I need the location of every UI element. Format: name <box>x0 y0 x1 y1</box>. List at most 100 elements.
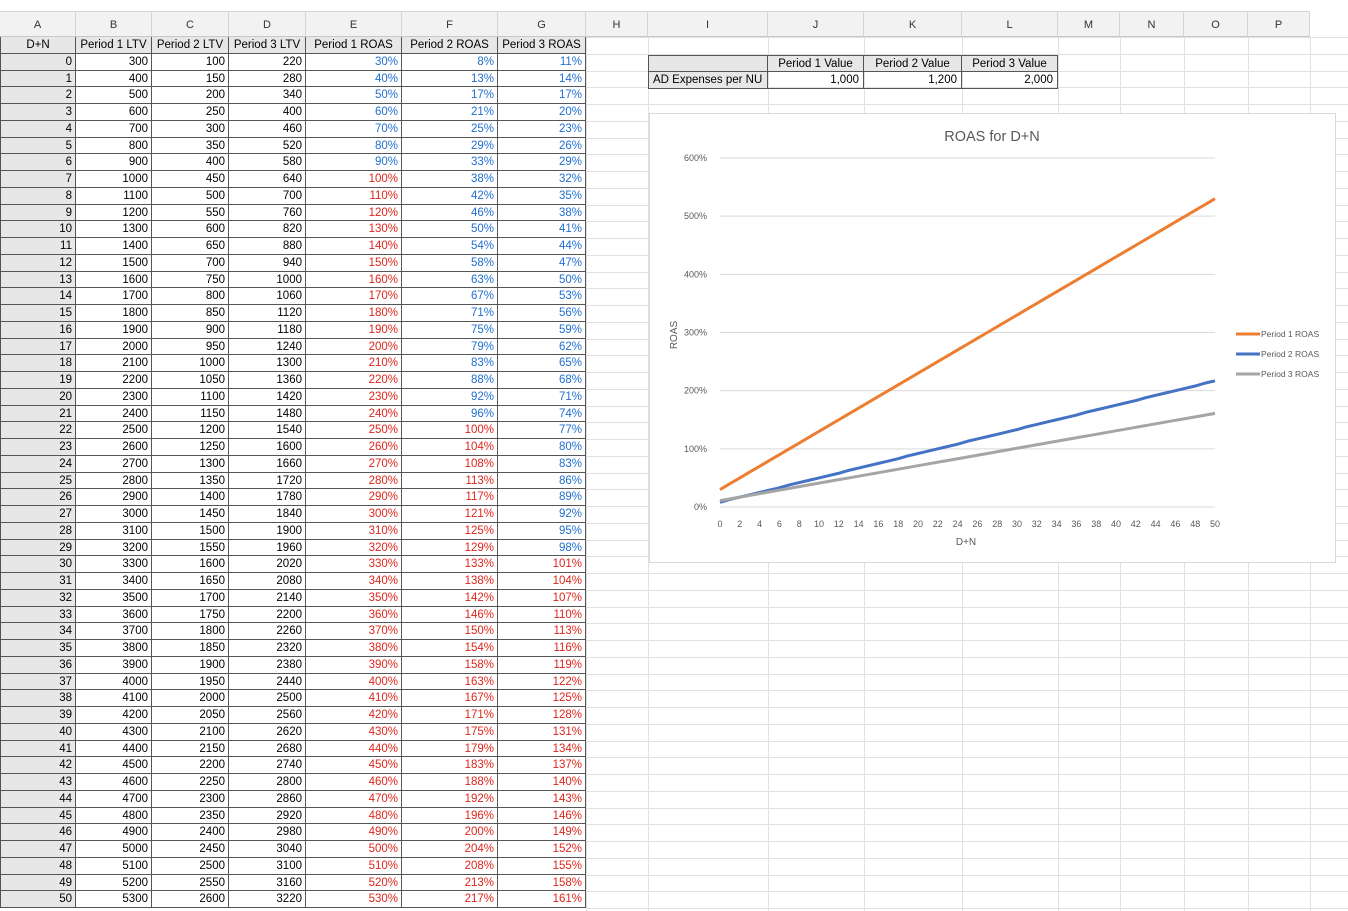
table-cell[interactable]: 500% <box>306 841 402 858</box>
column-header-f[interactable]: F <box>402 11 498 37</box>
table-cell[interactable]: 2000 <box>152 690 229 707</box>
table-cell[interactable]: 200% <box>306 338 402 356</box>
table-cell[interactable]: 70% <box>306 120 402 138</box>
table-cell[interactable]: 1500 <box>76 254 152 272</box>
table-cell[interactable]: 131% <box>498 723 586 741</box>
table-cell[interactable]: 1960 <box>229 539 306 557</box>
table-cell[interactable]: 1650 <box>152 573 229 590</box>
table-cell[interactable]: 400 <box>229 104 306 121</box>
table-cell[interactable]: 98% <box>498 539 586 557</box>
table-cell[interactable]: 1240 <box>229 338 306 356</box>
table-cell[interactable]: 3800 <box>76 640 152 657</box>
table-cell[interactable]: 420% <box>306 707 402 724</box>
table-cell[interactable]: 1250 <box>152 439 229 456</box>
table-cell[interactable]: 370% <box>306 623 402 640</box>
table-cell[interactable]: 158% <box>402 656 498 674</box>
row-index-cell[interactable]: 28 <box>0 522 76 540</box>
table-cell[interactable]: 2150 <box>152 740 229 758</box>
row-index-cell[interactable]: 30 <box>0 556 76 573</box>
table-cell[interactable]: 520 <box>229 137 306 155</box>
table-cell[interactable]: 650 <box>152 238 229 255</box>
table-cell[interactable]: 100% <box>306 171 402 188</box>
table-cell[interactable]: 200 <box>152 87 229 104</box>
table-cell[interactable]: 2140 <box>229 589 306 607</box>
table-cell[interactable]: 520% <box>306 874 402 892</box>
row-index-cell[interactable]: 15 <box>0 305 76 322</box>
row-index-cell[interactable]: 11 <box>0 238 76 255</box>
table-cell[interactable]: 220% <box>306 372 402 389</box>
table-cell[interactable]: 300 <box>152 120 229 138</box>
row-index-cell[interactable]: 35 <box>0 640 76 657</box>
row-index-cell[interactable]: 6 <box>0 154 76 171</box>
table-cell[interactable]: 107% <box>498 589 586 607</box>
table-cell[interactable]: 250% <box>306 422 402 439</box>
table-cell[interactable]: 2380 <box>229 656 306 674</box>
table-cell[interactable]: 140% <box>498 774 586 791</box>
table-cell[interactable]: 217% <box>402 891 498 908</box>
expenses-header-cell[interactable]: Period 2 Value <box>864 55 962 72</box>
table-cell[interactable]: 1120 <box>229 305 306 322</box>
column-header-b[interactable]: B <box>76 11 152 37</box>
table-cell[interactable]: 220 <box>229 53 306 71</box>
table-cell[interactable]: 940 <box>229 254 306 272</box>
table-cell[interactable]: 188% <box>402 774 498 791</box>
table-cell[interactable]: 2680 <box>229 740 306 758</box>
table-cell[interactable]: 350 <box>152 137 229 155</box>
table-cell[interactable]: 41% <box>498 221 586 238</box>
table-cell[interactable]: 2450 <box>152 841 229 858</box>
column-header-k[interactable]: K <box>864 11 962 37</box>
row-index-cell[interactable]: 27 <box>0 506 76 523</box>
table-cell[interactable]: 1780 <box>229 489 306 506</box>
row-index-cell[interactable]: 49 <box>0 874 76 892</box>
table-cell[interactable]: 700 <box>152 254 229 272</box>
roas-chart[interactable]: ROAS for D+N ROAS D+N 0% 100% 200% 300% 400%… <box>649 113 1336 563</box>
table-cell[interactable]: 390% <box>306 656 402 674</box>
table-cell[interactable]: 190% <box>306 321 402 339</box>
table-cell[interactable]: 850 <box>152 305 229 322</box>
row-index-cell[interactable]: 1 <box>0 70 76 88</box>
table-cell[interactable]: 92% <box>498 506 586 523</box>
table-cell[interactable]: 2600 <box>76 439 152 456</box>
table-cell[interactable]: 204% <box>402 841 498 858</box>
table-cell[interactable]: 67% <box>402 288 498 305</box>
table-cell[interactable]: 550 <box>152 204 229 222</box>
row-index-cell[interactable]: 45 <box>0 807 76 825</box>
expenses-row-label[interactable]: AD Expenses per NU <box>648 72 768 89</box>
table-cell[interactable]: 1900 <box>229 522 306 540</box>
table-cell[interactable]: 179% <box>402 740 498 758</box>
table-cell[interactable]: 35% <box>498 187 586 205</box>
table-cell[interactable]: 133% <box>402 556 498 573</box>
table-cell[interactable]: 2600 <box>152 891 229 908</box>
row-index-cell[interactable]: 22 <box>0 422 76 439</box>
table-cell[interactable]: 14% <box>498 70 586 88</box>
table-cell[interactable]: 54% <box>402 238 498 255</box>
table-cell[interactable]: 113% <box>498 623 586 640</box>
table-cell[interactable]: 750 <box>152 271 229 289</box>
table-cell[interactable]: 1800 <box>152 623 229 640</box>
table-cell[interactable]: 2560 <box>229 707 306 724</box>
table-cell[interactable]: 26% <box>498 137 586 155</box>
table-cell[interactable]: 95% <box>498 522 586 540</box>
column-header-c[interactable]: C <box>152 11 229 37</box>
table-cell[interactable]: 60% <box>306 104 402 121</box>
table-cell[interactable]: 450 <box>152 171 229 188</box>
table-cell[interactable]: 56% <box>498 305 586 322</box>
table-cell[interactable]: 260% <box>306 439 402 456</box>
table-cell[interactable]: 1660 <box>229 455 306 473</box>
table-cell[interactable]: 175% <box>402 723 498 741</box>
table-cell[interactable]: 4700 <box>76 790 152 808</box>
table-cell[interactable]: 183% <box>402 757 498 774</box>
table-cell[interactable]: 4300 <box>76 723 152 741</box>
table-cell[interactable]: 2620 <box>229 723 306 741</box>
table-cell[interactable]: 208% <box>402 857 498 875</box>
row-index-cell[interactable]: 19 <box>0 372 76 389</box>
table-cell[interactable]: 122% <box>498 673 586 691</box>
table-cell[interactable]: 29% <box>402 137 498 155</box>
table-cell[interactable]: 2300 <box>76 388 152 406</box>
table-cell[interactable]: 3500 <box>76 589 152 607</box>
table-cell[interactable]: 101% <box>498 556 586 573</box>
table-cell[interactable]: 1000 <box>76 171 152 188</box>
row-index-cell[interactable]: 5 <box>0 137 76 155</box>
table-cell[interactable]: 25% <box>402 120 498 138</box>
table-cell[interactable]: 200% <box>402 824 498 841</box>
